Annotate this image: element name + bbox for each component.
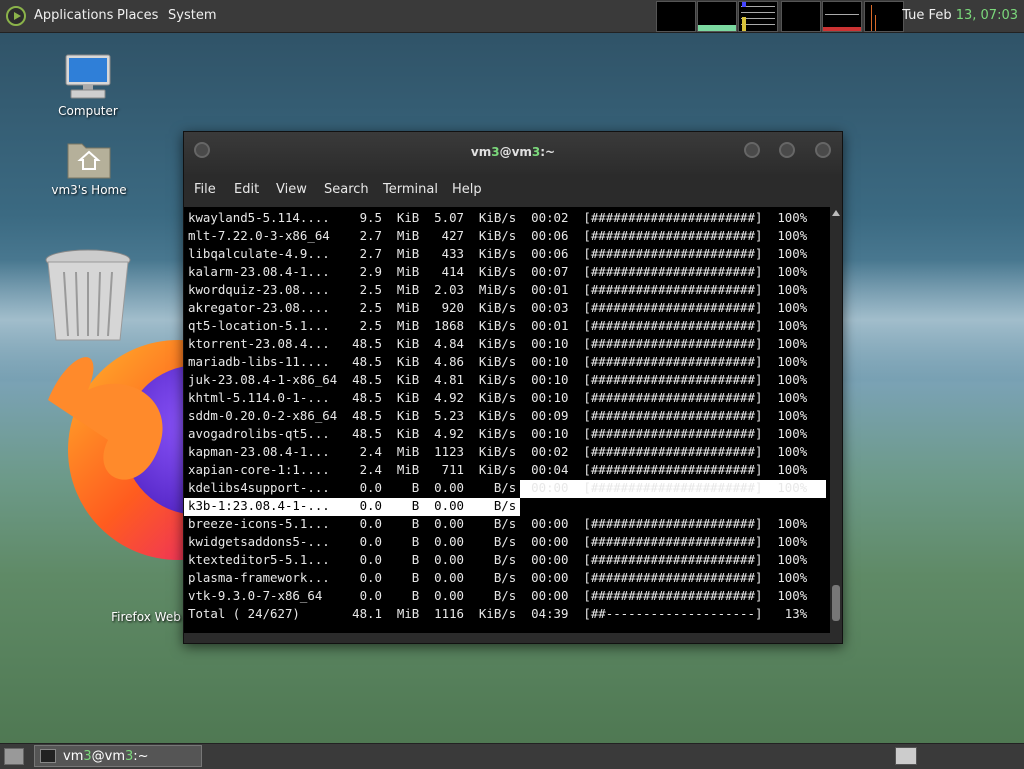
bottom-panel: vm3@vm3:~ [0, 743, 1024, 769]
menu-terminal[interactable]: Terminal [383, 182, 438, 197]
workspace-switcher[interactable] [895, 747, 917, 765]
desktop-icon-label: vm3's Home [51, 183, 127, 197]
home-folder-icon [67, 143, 111, 179]
terminal-output[interactable]: kwayland5-5.114.... 9.5 KiB 5.07 KiB/s 0… [184, 207, 830, 633]
load-monitor[interactable] [822, 1, 862, 32]
network-monitor[interactable] [738, 1, 778, 32]
download-line: breeze-icons-5.1... 0.0 B 0.00 B/s 00:00… [188, 516, 808, 531]
download-line: kalarm-23.08.4-1... 2.9 MiB 414 KiB/s 00… [188, 264, 808, 279]
download-line: mlt-7.22.0-3-x86_64 2.7 MiB 427 KiB/s 00… [188, 228, 808, 243]
trash-icon [45, 249, 131, 341]
download-line: libqalculate-4.9... 2.7 MiB 433 KiB/s 00… [188, 246, 808, 261]
desktop-icon-computer[interactable]: Computer [52, 53, 124, 118]
desktop-icon-home[interactable]: vm3's Home [48, 136, 130, 197]
terminal-window[interactable]: vm3@vm3:~ File Edit View Search Terminal… [183, 131, 843, 644]
swap-monitor[interactable] [781, 1, 821, 32]
download-line: plasma-framework... 0.0 B 0.00 B/s 00:00… [188, 570, 808, 585]
download-line: kapman-23.08.4-1... 2.4 MiB 1123 KiB/s 0… [188, 444, 808, 459]
top-panel: Applications Places System Tue Feb 13, 0… [0, 0, 1024, 33]
close-button[interactable] [815, 142, 831, 158]
download-line: akregator-23.08.... 2.5 MiB 920 KiB/s 00… [188, 300, 808, 315]
terminal-scrollbar[interactable] [830, 207, 842, 633]
menu-file[interactable]: File [194, 182, 216, 197]
download-line: ktexteditor5-5.1... 0.0 B 0.00 B/s 00:00… [188, 552, 808, 567]
cpu-monitor[interactable] [656, 1, 696, 32]
download-line: avogadrolibs-qt5... 48.5 KiB 4.92 KiB/s … [188, 426, 808, 441]
maximize-button[interactable] [779, 142, 795, 158]
desktop-icon-label: Computer [58, 104, 118, 118]
places-menu[interactable]: Places [117, 8, 158, 23]
terminal-menubar: File Edit View Search Terminal Help [184, 174, 842, 207]
menu-edit[interactable]: Edit [234, 182, 259, 197]
clock-date: Tue Feb [902, 8, 956, 23]
download-line: kwayland5-5.114.... 9.5 KiB 5.07 KiB/s 0… [188, 210, 808, 225]
download-line: qt5-location-5.1... 2.5 MiB 1868 KiB/s 0… [188, 318, 808, 333]
download-line: k3b-1:23.08.4-1-... 0.0 B 0.00 B/s 00:00… [188, 498, 808, 513]
menu-search[interactable]: Search [324, 182, 369, 197]
download-line: ktorrent-23.08.4... 48.5 KiB 4.84 KiB/s … [188, 336, 808, 351]
download-line: mariadb-libs-11.... 48.5 KiB 4.86 KiB/s … [188, 354, 808, 369]
taskbar-terminal[interactable]: vm3@vm3:~ [34, 745, 202, 767]
terminal-icon [40, 749, 56, 763]
firefox-label: Firefox Web [111, 610, 181, 624]
menu-help[interactable]: Help [452, 182, 482, 197]
menu-view[interactable]: View [276, 182, 307, 197]
total-progress-line: Total ( 24/627) 48.1 MiB 1116 KiB/s 04:3… [188, 606, 808, 621]
minimize-button[interactable] [744, 142, 760, 158]
download-line: juk-23.08.4-1-x86_64 48.5 KiB 4.81 KiB/s… [188, 372, 808, 387]
memory-monitor[interactable] [697, 1, 737, 32]
download-line: xapian-core-1:1.... 2.4 MiB 711 KiB/s 00… [188, 462, 808, 477]
scroll-thumb[interactable] [832, 585, 840, 621]
distro-logo-icon[interactable] [6, 6, 26, 26]
download-line: kwordquiz-23.08.... 2.5 MiB 2.03 MiB/s 0… [188, 282, 808, 297]
download-line: vtk-9.3.0-7-x86_64 0.0 B 0.00 B/s 00:00 … [188, 588, 808, 603]
download-line: kwidgetsaddons5-... 0.0 B 0.00 B/s 00:00… [188, 534, 808, 549]
clock[interactable]: Tue Feb 13, 07:03 [902, 8, 1018, 23]
download-line: sddm-0.20.0-2-x86_64 48.5 KiB 5.23 KiB/s… [188, 408, 808, 423]
scroll-up-arrow-icon[interactable] [832, 210, 840, 216]
desktop-icon-trash[interactable] [44, 248, 132, 347]
download-line: kdelibs4support-... 0.0 B 0.00 B/s 00:00… [188, 480, 808, 495]
window-titlebar[interactable]: vm3@vm3:~ [184, 132, 842, 174]
computer-icon [65, 54, 111, 99]
download-line: khtml-5.114.0-1-... 48.5 KiB 4.92 KiB/s … [188, 390, 808, 405]
system-menu[interactable]: System [168, 8, 216, 23]
taskbar-label: vm3@vm3:~ [63, 749, 149, 764]
applications-menu[interactable]: Applications [34, 8, 113, 23]
show-desktop-icon[interactable] [4, 748, 24, 765]
clock-time: 13, 07:03 [955, 8, 1018, 23]
disk-monitor[interactable] [864, 1, 904, 32]
